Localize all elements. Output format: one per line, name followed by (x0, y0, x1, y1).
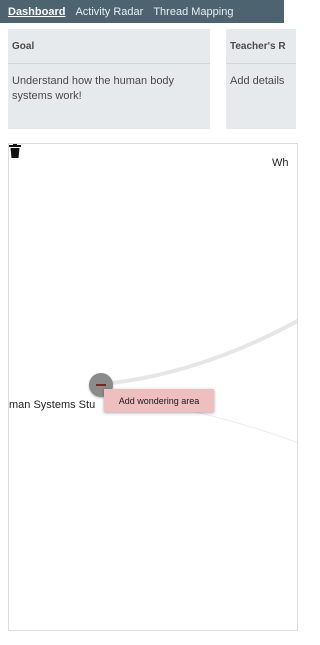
central-node-label: man Systems Stu (9, 399, 96, 411)
tab-dashboard[interactable]: Dashboard (8, 6, 65, 18)
add-wondering-area-tooltip: Add wondering area (104, 389, 214, 412)
teacher-card-title: Teacher's R (226, 29, 296, 64)
teacher-card: Teacher's R Add details (226, 29, 296, 129)
top-node-label: Wh (272, 157, 289, 169)
goal-card: Goal Understand how the human body syste… (8, 29, 210, 129)
tab-activity-radar[interactable]: Activity Radar (75, 6, 143, 18)
goal-text-line1: Understand how the human body (12, 75, 175, 87)
minus-icon (96, 384, 106, 386)
tab-thread-mapping[interactable]: Thread Mapping (153, 6, 233, 18)
thread-connections (100, 318, 297, 444)
trash-icon[interactable] (9, 144, 21, 158)
top-nav: Dashboard Activity Radar Thread Mapping (0, 0, 284, 23)
goal-card-body[interactable]: Understand how the human body systems wo… (8, 64, 210, 104)
connection-line-upper (100, 318, 297, 386)
thread-map-canvas[interactable]: Wh man Systems Stu Add wondering area (8, 143, 298, 631)
goal-card-title: Goal (8, 29, 210, 64)
teacher-card-body[interactable]: Add details (226, 64, 296, 89)
goal-text-line2: systems work! (12, 90, 82, 102)
